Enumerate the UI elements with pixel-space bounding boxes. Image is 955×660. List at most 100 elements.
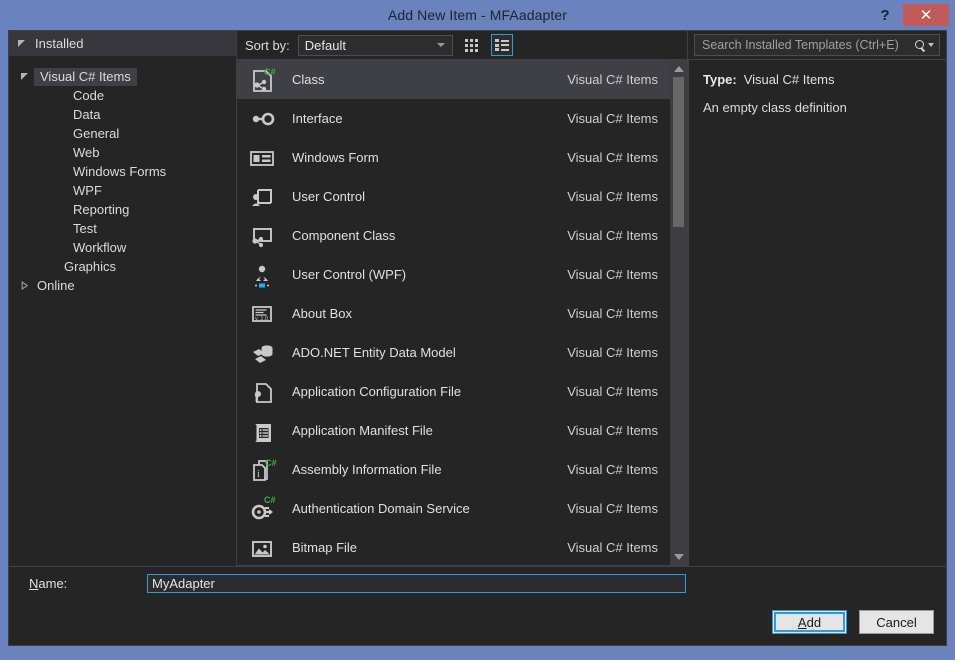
tree-node-windows-forms[interactable]: Windows Forms [9, 162, 236, 181]
template-name: Bitmap File [278, 540, 567, 555]
template-category: Visual C# Items [567, 306, 658, 321]
help-button[interactable]: ? [875, 4, 895, 26]
tree-node-reporting[interactable]: Reporting [9, 200, 236, 219]
sort-by-select[interactable]: Default [298, 35, 453, 56]
template-name: ADO.NET Entity Data Model [278, 345, 567, 360]
template-row[interactable]: iC#Assembly Information FileVisual C# It… [237, 450, 670, 489]
interface-icon [246, 103, 278, 135]
tree-node-label: Data [73, 107, 100, 122]
windows-form-icon [246, 142, 278, 174]
scroll-down-button[interactable] [670, 548, 687, 565]
bitmap-file-icon [246, 532, 278, 564]
about-box-icon: v. 1.0 [246, 298, 278, 330]
close-button[interactable]: ✕ [903, 4, 949, 26]
template-row[interactable]: User Control (WPF)Visual C# Items [237, 255, 670, 294]
template-name: Windows Form [278, 150, 567, 165]
search-box[interactable] [694, 34, 940, 56]
tree-node-label: General [73, 126, 119, 141]
template-category: Visual C# Items [567, 228, 658, 243]
search-icon[interactable] [911, 35, 937, 55]
tree-node-web[interactable]: Web [9, 143, 236, 162]
template-row[interactable]: ADO.NET Entity Data ModelVisual C# Items [237, 333, 670, 372]
template-name: Application Configuration File [278, 384, 567, 399]
content-area: Installed Visual C# ItemsCodeDataGeneral… [9, 31, 946, 566]
tree-node-label: Windows Forms [73, 164, 166, 179]
search-row [688, 31, 946, 59]
template-name: Interface [278, 111, 567, 126]
app-config-file-icon [246, 376, 278, 408]
sort-toolbar: Sort by: Default [237, 31, 687, 59]
add-button[interactable]: Add [772, 610, 847, 634]
tree-node-label: Workflow [73, 240, 126, 255]
cancel-button[interactable]: Cancel [859, 610, 934, 634]
detail-type-value: Visual C# Items [744, 72, 835, 87]
templates-list-wrap: C#ClassVisual C# ItemsInterfaceVisual C#… [237, 59, 687, 566]
installed-tree-panel: Installed Visual C# ItemsCode Data General… [9, 31, 237, 566]
svg-text:i: i [257, 469, 260, 480]
tree-node-online[interactable]: Online [9, 276, 236, 295]
tree-node-data[interactable]: Data [9, 105, 236, 124]
template-name: User Control (WPF) [278, 267, 567, 282]
template-category: Visual C# Items [567, 540, 658, 555]
template-name: Authentication Domain Service [278, 501, 567, 516]
template-name: About Box [278, 306, 567, 321]
template-row[interactable]: User ControlVisual C# Items [237, 177, 670, 216]
title-bar: Add New Item - MFAadapter ? ✕ [8, 0, 947, 30]
tree-node-label: Visual C# Items [34, 68, 137, 86]
search-input[interactable] [702, 38, 911, 52]
chevron-down-icon [928, 43, 934, 47]
tree-header-installed[interactable]: Installed [9, 31, 236, 56]
arrow-down-icon [674, 554, 684, 560]
template-row[interactable]: C#ClassVisual C# Items [237, 60, 670, 99]
assembly-info-file-icon: iC# [246, 454, 278, 486]
entity-data-model-icon [246, 337, 278, 369]
template-category: Visual C# Items [567, 462, 658, 477]
scroll-up-button[interactable] [670, 60, 687, 77]
tree-node-code[interactable]: Code [9, 86, 236, 105]
tree-node-visual-c-items[interactable]: Visual C# Items [9, 67, 236, 86]
template-row[interactable]: Application Configuration FileVisual C# … [237, 372, 670, 411]
details-panel: Type: Visual C# Items An empty class def… [688, 31, 946, 566]
tree-body: Visual C# ItemsCode Data General Web Windows… [9, 56, 236, 566]
list-view-button[interactable] [491, 34, 513, 56]
template-category: Visual C# Items [567, 267, 658, 282]
template-row[interactable]: Application Manifest FileVisual C# Items [237, 411, 670, 450]
window-title: Add New Item - MFAadapter [388, 7, 567, 23]
chevron-collapsed-icon [21, 281, 30, 290]
template-category: Visual C# Items [567, 111, 658, 126]
template-row[interactable]: Component ClassVisual C# Items [237, 216, 670, 255]
name-input[interactable] [147, 574, 686, 593]
name-label: Name: [29, 576, 147, 591]
user-control-icon [246, 181, 278, 213]
template-name: Application Manifest File [278, 423, 567, 438]
template-row[interactable]: Windows FormVisual C# Items [237, 138, 670, 177]
grid-view-button[interactable] [461, 34, 483, 56]
app-manifest-file-icon [246, 415, 278, 447]
scrollbar-thumb[interactable] [673, 77, 684, 227]
chevron-expanded-icon [21, 72, 30, 81]
template-row[interactable]: v. 1.0About BoxVisual C# Items [237, 294, 670, 333]
templates-scrollbar[interactable] [670, 60, 687, 565]
template-category: Visual C# Items [567, 384, 658, 399]
scrollbar-track[interactable] [670, 77, 687, 548]
tree-node-general[interactable]: General [9, 124, 236, 143]
tree-node-wpf[interactable]: WPF [9, 181, 236, 200]
name-bar: Name: [9, 566, 946, 599]
detail-type-label: Type: [703, 72, 737, 87]
tree-node-graphics[interactable]: Graphics [9, 257, 236, 276]
tree-node-test[interactable]: Test [9, 219, 236, 238]
templates-panel: Sort by: Default [237, 31, 688, 566]
arrow-up-icon [674, 66, 684, 72]
template-row[interactable]: InterfaceVisual C# Items [237, 99, 670, 138]
window-controls: ? ✕ [875, 0, 949, 30]
tree-node-workflow[interactable]: Workflow [9, 238, 236, 257]
template-row[interactable]: C#Authentication Domain ServiceVisual C#… [237, 489, 670, 528]
tree-node-label: Web [73, 145, 100, 160]
template-name: User Control [278, 189, 567, 204]
tree-node-label: Graphics [64, 259, 116, 274]
templates-list[interactable]: C#ClassVisual C# ItemsInterfaceVisual C#… [237, 60, 670, 565]
tree-node-label: Reporting [73, 202, 129, 217]
template-row[interactable]: Bitmap FileVisual C# Items [237, 528, 670, 565]
auth-domain-service-icon: C# [246, 493, 278, 525]
template-category: Visual C# Items [567, 72, 658, 87]
